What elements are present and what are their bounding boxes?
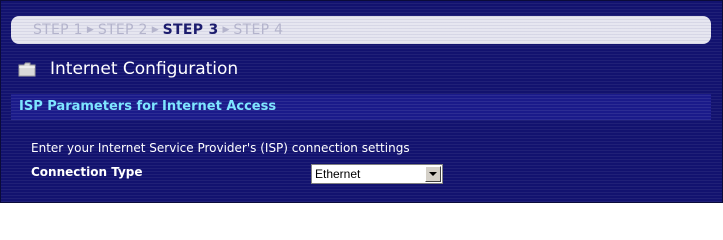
connection-type-label: Connection Type: [31, 165, 143, 179]
folder-icon: [18, 62, 36, 77]
wizard-steps-bar: STEP 1 ▶ STEP 2 ▶ STEP 3 ▶ STEP 4: [11, 16, 711, 44]
section-header: ISP Parameters for Internet Access: [11, 94, 711, 120]
connection-type-value: Ethernet: [315, 167, 361, 181]
triangle-right-icon: ▶: [222, 25, 230, 35]
step-4: STEP 4: [233, 22, 284, 38]
triangle-right-icon: ▶: [86, 25, 94, 35]
wizard-panel: STEP 1 ▶ STEP 2 ▶ STEP 3 ▶ STEP 4 Intern…: [0, 0, 723, 203]
connection-type-select[interactable]: Ethernet: [311, 164, 443, 184]
triangle-right-icon: ▶: [151, 25, 159, 35]
page-title-row: Internet Configuration: [18, 59, 238, 79]
step-1: STEP 1: [33, 22, 83, 38]
page-title: Internet Configuration: [50, 59, 239, 79]
step-2: STEP 2: [97, 22, 148, 38]
step-3-active: STEP 3: [162, 22, 219, 38]
chevron-down-icon: [429, 172, 437, 176]
dropdown-button[interactable]: [425, 166, 441, 182]
section-description: Enter your Internet Service Provider's (…: [31, 141, 410, 155]
